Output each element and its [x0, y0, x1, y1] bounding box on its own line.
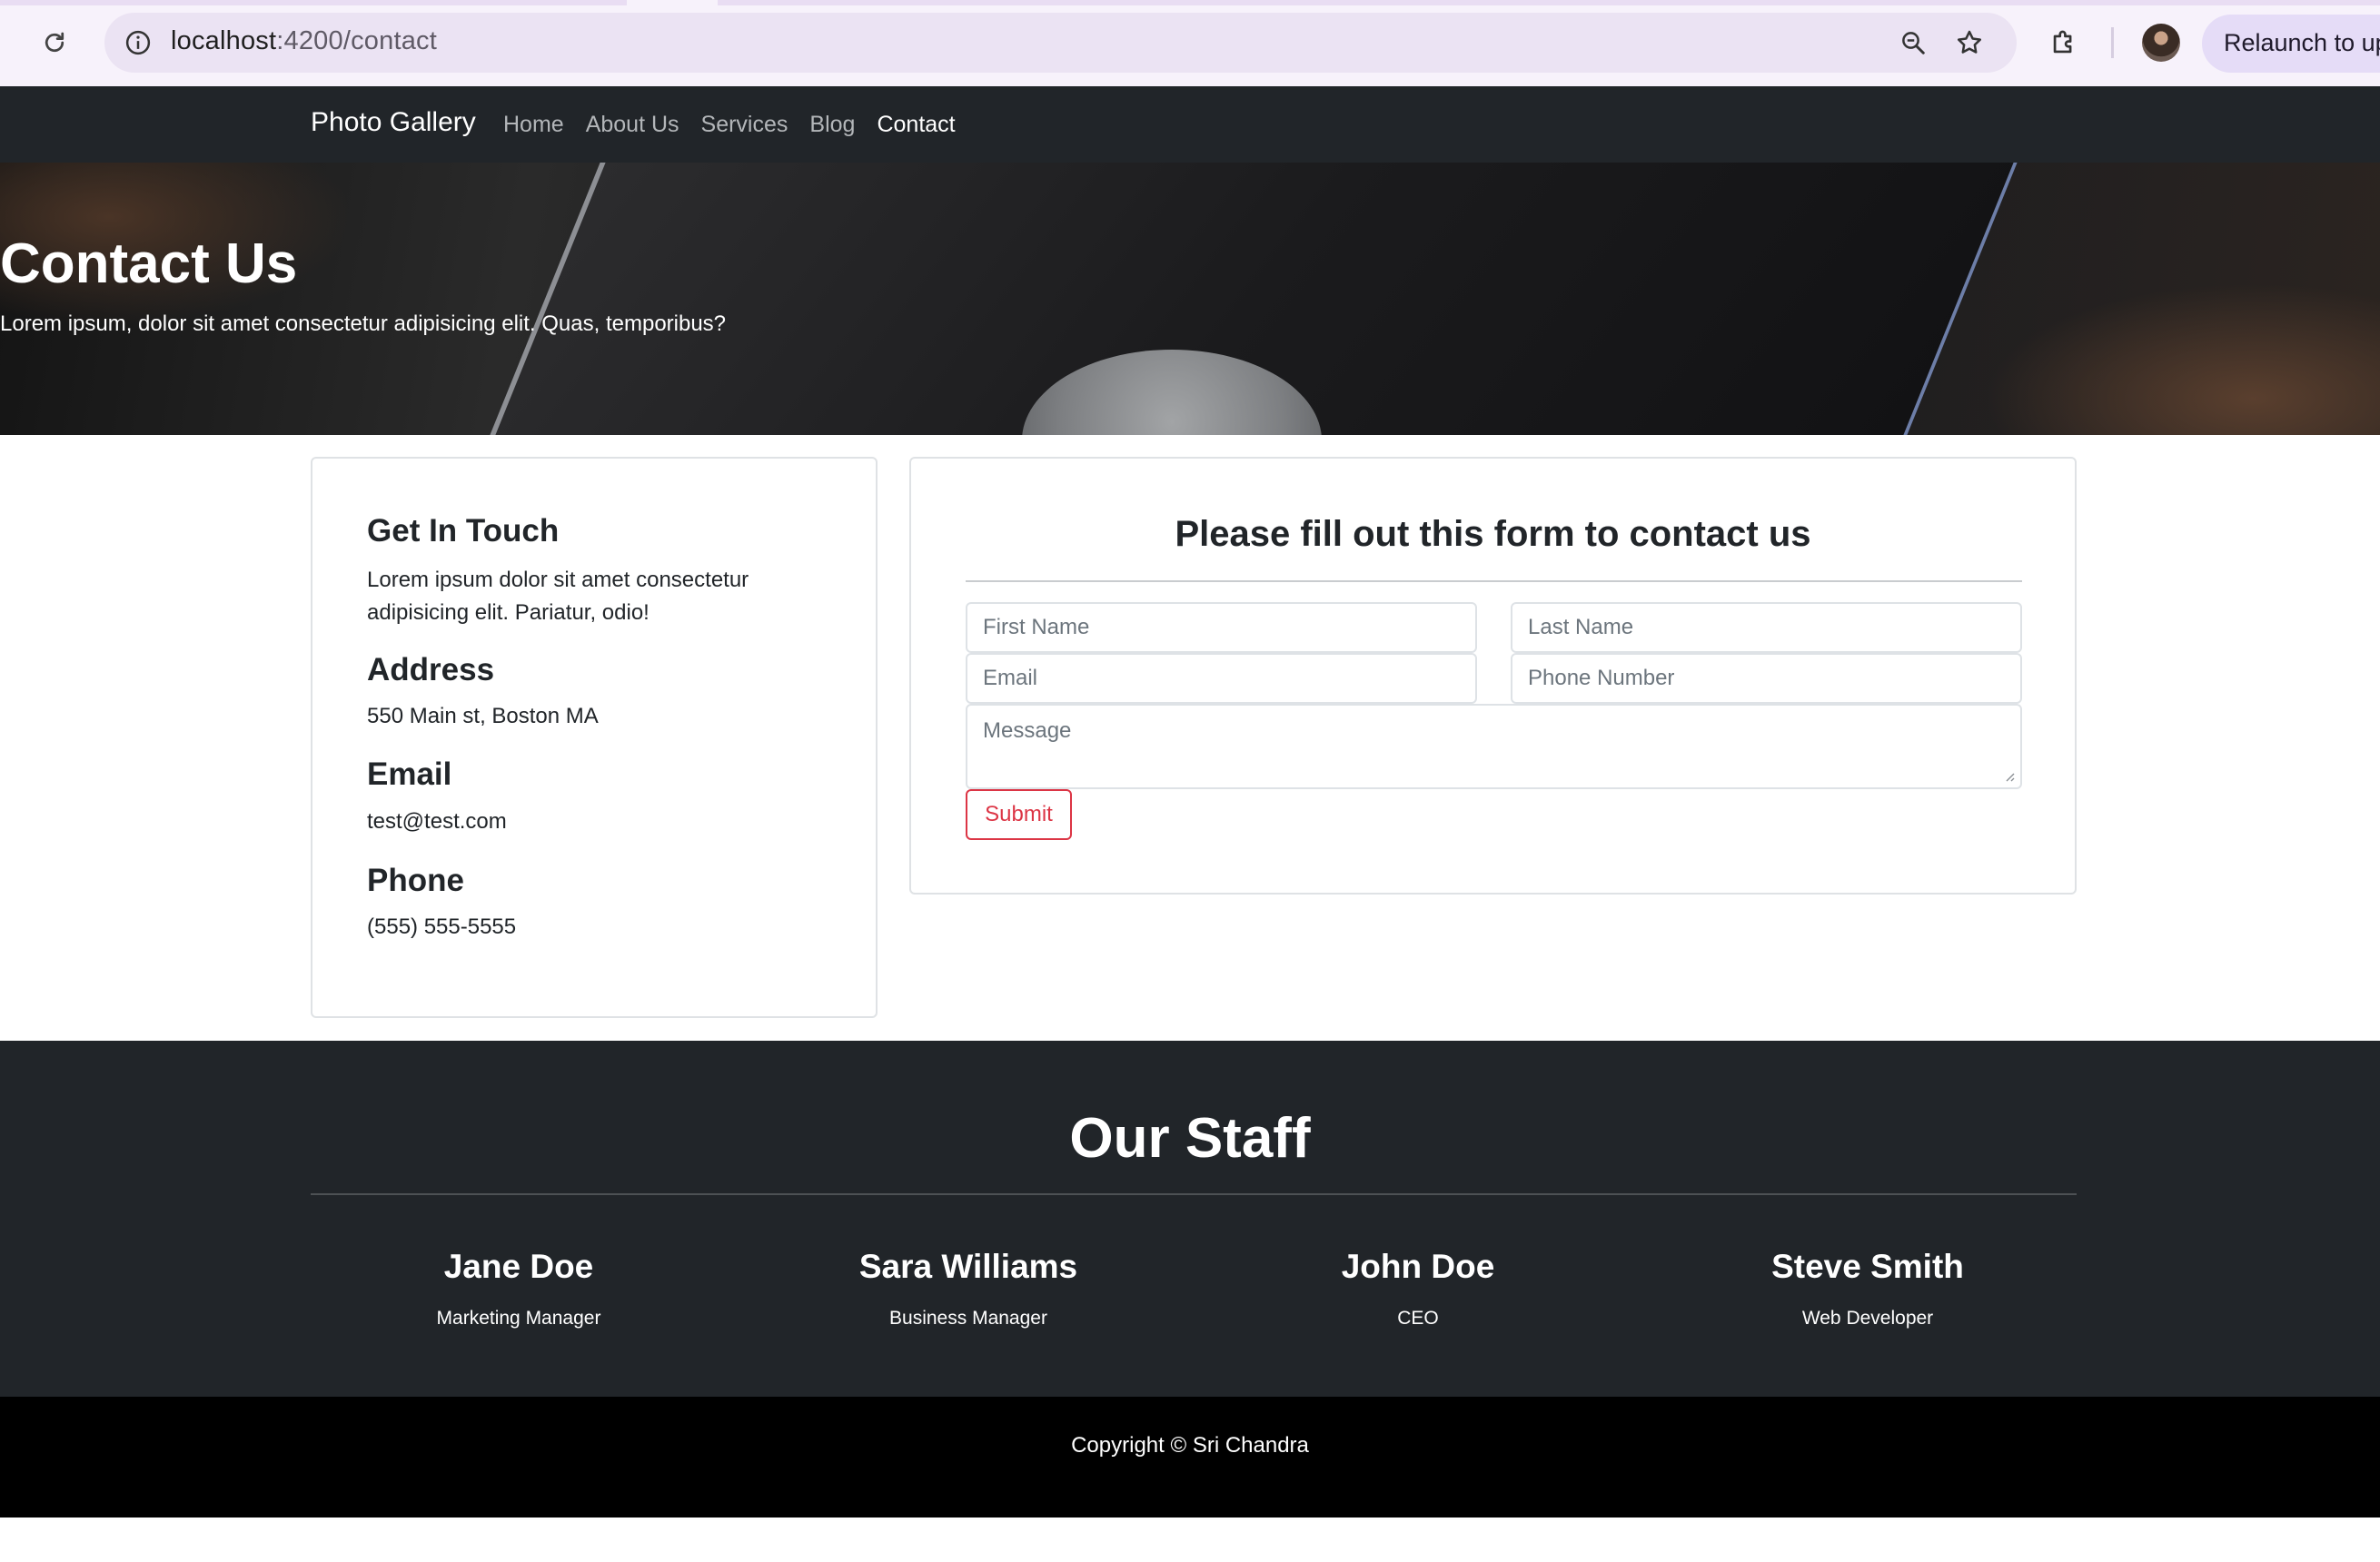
- toolbar-divider: [2111, 27, 2114, 58]
- phone-number-field[interactable]: Phone Number: [1511, 653, 2022, 704]
- contact-info-card: Get In Touch Lorem ipsum dolor sit amet …: [311, 457, 878, 1018]
- profile-avatar[interactable]: [2142, 24, 2180, 62]
- phone-value: (555) 555-5555: [367, 914, 517, 939]
- nav-link-services[interactable]: Services: [701, 112, 788, 138]
- phone-heading: Phone: [367, 863, 464, 898]
- zoom-icon[interactable]: [1896, 25, 1930, 60]
- bookmark-star-icon[interactable]: [1952, 25, 1987, 60]
- get-in-touch-heading: Get In Touch: [367, 513, 560, 549]
- url-host: localhost: [171, 26, 277, 55]
- contact-form-card: Please fill out this form to contact us …: [909, 457, 2077, 895]
- nav-link-contact[interactable]: Contact: [877, 112, 955, 138]
- copyright-text: Copyright © Sri Chandra: [1071, 1433, 1309, 1458]
- address-value: 550 Main st, Boston MA: [367, 704, 599, 728]
- site-navbar: Photo Gallery Home About Us Services Blo…: [0, 86, 2380, 163]
- email-field[interactable]: Email: [966, 653, 1477, 704]
- relaunch-button[interactable]: Relaunch to up: [2202, 15, 2380, 73]
- nav-link-blog[interactable]: Blog: [809, 112, 855, 138]
- staff-member-role: Web Developer: [1801, 1308, 1934, 1329]
- nav-link-about[interactable]: About Us: [586, 112, 679, 138]
- first-name-field[interactable]: First Name: [966, 602, 1477, 653]
- email-heading: Email: [367, 756, 452, 792]
- hero-title: Contact Us: [0, 232, 298, 295]
- get-in-touch-text: Lorem ipsum dolor sit amet consectetur a…: [367, 568, 749, 625]
- address-heading: Address: [367, 652, 495, 687]
- staff-member: Steve Smith Web Developer: [1647, 1248, 2088, 1330]
- browser-toolbar: localhost:4200/contact Relaunch to up: [0, 0, 2380, 86]
- email-value: test@test.com: [367, 809, 507, 834]
- message-textarea[interactable]: Message: [966, 704, 2022, 789]
- last-name-field[interactable]: Last Name: [1511, 602, 2022, 653]
- nav-links: Home About Us Services Blog Contact: [503, 112, 977, 138]
- hero-banner: Contact Us Lorem ipsum, dolor sit amet c…: [0, 163, 2380, 435]
- nav-link-home[interactable]: Home: [503, 112, 564, 138]
- staff-member-name: Steve Smith: [1771, 1248, 1964, 1285]
- resize-grip-icon[interactable]: [2002, 769, 2015, 782]
- form-heading: Please fill out this form to contact us: [1175, 514, 1811, 554]
- extensions-icon[interactable]: [2046, 25, 2082, 61]
- site-footer: Copyright © Sri Chandra: [0, 1397, 2380, 1518]
- message-placeholder: Message: [983, 718, 1072, 743]
- staff-section: Our Staff Jane Doe Marketing Manager Sar…: [0, 1041, 2380, 1397]
- staff-divider: [311, 1193, 2077, 1195]
- submit-button[interactable]: Submit: [966, 789, 1072, 840]
- site-info-icon[interactable]: [123, 27, 154, 58]
- form-divider: [966, 580, 2022, 582]
- staff-member: Sara Williams Business Manager: [748, 1248, 1189, 1330]
- hero-subtitle: Lorem ipsum, dolor sit amet consectetur …: [0, 311, 727, 336]
- url-path: :4200/contact: [276, 26, 437, 55]
- staff-member-role: CEO: [1397, 1308, 1439, 1329]
- url-text[interactable]: localhost:4200/contact: [171, 26, 437, 56]
- staff-member: Jane Doe Marketing Manager: [298, 1248, 739, 1330]
- tab-strip-edge: [0, 0, 2380, 5]
- staff-member-name: John Doe: [1341, 1248, 1495, 1285]
- reload-icon[interactable]: [36, 25, 73, 61]
- staff-member-role: Marketing Manager: [436, 1308, 601, 1329]
- staff-member-role: Business Manager: [889, 1308, 1047, 1329]
- staff-title: Our Staff: [1069, 1107, 1311, 1170]
- staff-member-name: Jane Doe: [443, 1248, 594, 1285]
- navbar-brand[interactable]: Photo Gallery: [311, 107, 476, 138]
- staff-member-name: Sara Williams: [858, 1248, 1078, 1285]
- address-bar[interactable]: localhost:4200/contact: [104, 13, 2017, 73]
- staff-member: John Doe CEO: [1197, 1248, 1639, 1330]
